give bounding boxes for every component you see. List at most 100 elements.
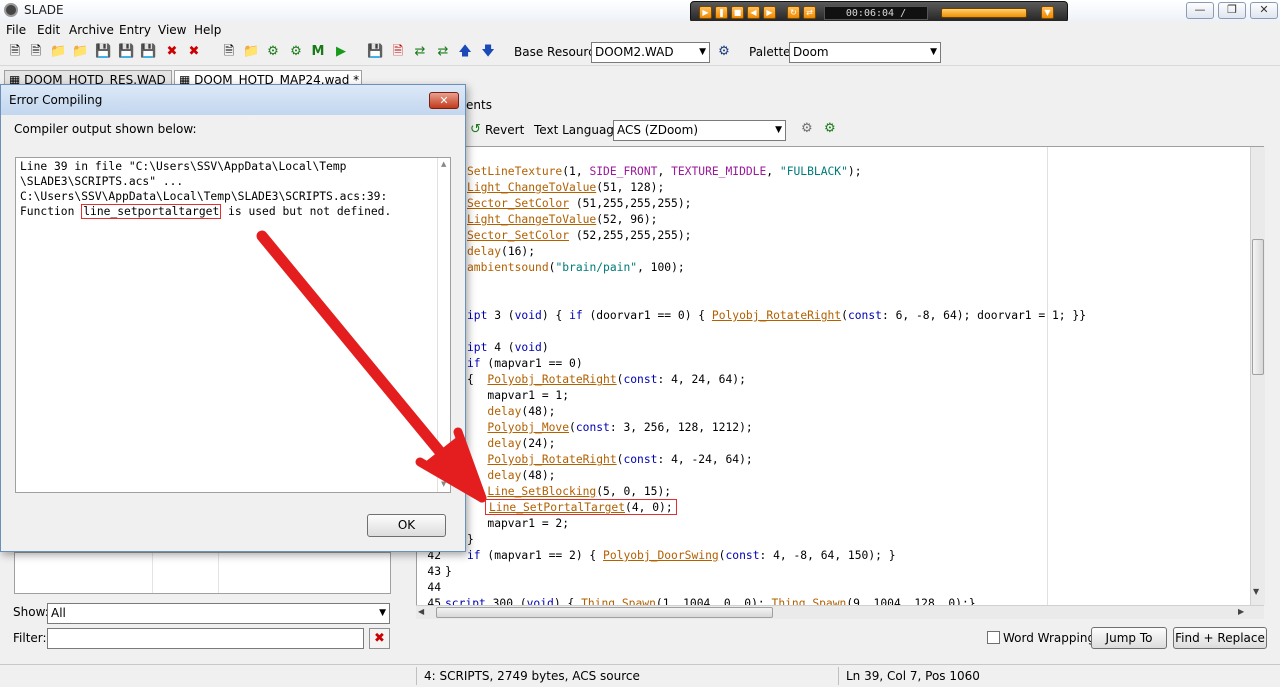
- cursor-position: Ln 39, Col 7, Pos 1060: [846, 669, 980, 683]
- close-icon[interactable]: ✕: [1250, 2, 1278, 19]
- menu-entry[interactable]: Entry: [119, 23, 151, 37]
- stop-icon[interactable]: ■: [731, 6, 744, 19]
- show-label: Show:: [13, 605, 49, 619]
- previous-icon[interactable]: ◀: [747, 6, 760, 19]
- restore-icon[interactable]: ❐: [1218, 2, 1246, 19]
- vertical-scrollbar[interactable]: ▼: [1250, 147, 1265, 605]
- highlighted-function-name: line_setportaltarget: [81, 204, 222, 219]
- import-icon[interactable]: ⚙: [265, 44, 281, 60]
- menu-edit[interactable]: Edit: [37, 23, 60, 37]
- error-compiling-dialog: Error Compiling ✕ Compiler output shown …: [0, 84, 466, 552]
- base-resource-value: DOOM2.WAD: [595, 45, 674, 59]
- edge-line: [1047, 147, 1048, 605]
- menu-help[interactable]: Help: [194, 23, 221, 37]
- code-line: Polyobj_RotateRight(const: 4, -24, 64);: [487, 453, 753, 466]
- close-icon[interactable]: ✕: [429, 92, 459, 109]
- highlighted-code-line: Line_SetPortalTarget(4, 0);: [485, 499, 677, 515]
- player-menu-icon[interactable]: ▼: [1041, 6, 1054, 19]
- open-dir-icon[interactable]: 📁: [72, 44, 88, 60]
- code-line: delay(16);: [467, 245, 536, 258]
- ok-button[interactable]: OK: [367, 514, 446, 537]
- convert-icon[interactable]: ⚙: [288, 44, 304, 60]
- save-all-icon[interactable]: 💾: [140, 44, 156, 60]
- code-editor[interactable]: SetLineTexture(1, SIDE_FRONT, TEXTURE_MI…: [416, 146, 1264, 606]
- scrollbar-thumb[interactable]: [436, 607, 773, 618]
- code-line: ipt 4 (void): [467, 341, 549, 354]
- output-prefix: Function: [20, 205, 82, 218]
- shuffle-icon[interactable]: ⇄: [803, 6, 816, 19]
- line-number: 44: [427, 581, 441, 594]
- text-language-select[interactable]: ACS (ZDoom) ▼: [613, 120, 786, 141]
- status-divider: [416, 667, 417, 685]
- new-folder-icon[interactable]: 📁: [243, 44, 259, 60]
- save-icon[interactable]: 💾: [95, 44, 111, 60]
- output-scrollbar[interactable]: ▲ ▼: [437, 158, 451, 492]
- word-wrapping-checkbox[interactable]: [987, 631, 1000, 644]
- code-line: { Polyobj_RotateRight(const: 4, 24, 64);: [467, 373, 746, 386]
- compile-run-icon[interactable]: ⚙: [824, 121, 836, 136]
- scroll-down-icon[interactable]: ▼: [1253, 587, 1259, 596]
- move-down-icon[interactable]: 🡇: [480, 44, 496, 60]
- clear-filter-icon[interactable]: ✖: [369, 628, 390, 649]
- maps-icon[interactable]: M: [310, 44, 326, 60]
- repeat-icon[interactable]: ↻: [787, 6, 800, 19]
- chevron-down-icon: ▼: [930, 47, 937, 57]
- code-line: mapvar1 = 2;: [467, 517, 570, 530]
- compiler-output[interactable]: Line 39 in file "C:\Users\SSV\AppData\Lo…: [15, 157, 451, 493]
- find-replace-button[interactable]: Find + Replace: [1173, 627, 1267, 649]
- new-entry-icon[interactable]: 🗎: [221, 44, 237, 60]
- code-line: }: [467, 533, 474, 546]
- close-all-icon[interactable]: ✖: [186, 44, 202, 60]
- volume-slider[interactable]: [941, 8, 1027, 18]
- new-directory-icon[interactable]: 🗎: [28, 44, 44, 60]
- menu-view[interactable]: View: [158, 23, 186, 37]
- play-icon[interactable]: ▶: [699, 6, 712, 19]
- status-bar: 4: SCRIPTS, 2749 bytes, ACS source Ln 39…: [0, 664, 1280, 687]
- scroll-up-icon[interactable]: ▲: [441, 160, 446, 168]
- open-icon[interactable]: 📁: [50, 44, 66, 60]
- code-line: Light_ChangeToValue(51, 128);: [467, 181, 665, 194]
- entry-list[interactable]: [14, 552, 391, 594]
- word-wrapping-label: Word Wrapping: [1003, 631, 1096, 645]
- move-up-icon[interactable]: 🡅: [457, 44, 473, 60]
- code-line: delay(48);: [487, 469, 556, 482]
- chevron-down-icon: ▼: [379, 608, 386, 618]
- palette-select[interactable]: Doom ▼: [789, 42, 941, 63]
- entry-delete-icon[interactable]: 🗎: [390, 44, 406, 60]
- entry-export-icon[interactable]: ⇄: [435, 44, 451, 60]
- run-icon[interactable]: ▶: [333, 44, 349, 60]
- new-archive-icon[interactable]: 🗎: [7, 44, 23, 60]
- pause-icon[interactable]: ❚: [715, 6, 728, 19]
- column-divider: [218, 553, 219, 593]
- scroll-right-icon[interactable]: ▶: [1238, 607, 1244, 616]
- entry-save-icon[interactable]: 💾: [367, 44, 383, 60]
- chevron-down-icon: ▼: [775, 125, 782, 135]
- code-line: delay(24);: [487, 437, 556, 450]
- text-language-label: Text Language:: [534, 123, 626, 137]
- menu-archive[interactable]: Archive: [69, 23, 114, 37]
- code-line: }: [445, 565, 452, 578]
- horizontal-scrollbar[interactable]: ◀ ▶: [416, 605, 1264, 619]
- base-resource-select[interactable]: DOOM2.WAD ▼: [591, 42, 710, 63]
- menu-file[interactable]: File: [6, 23, 26, 37]
- show-select[interactable]: All ▼: [47, 603, 390, 624]
- gear-icon[interactable]: ⚙: [716, 44, 732, 60]
- close-archive-icon[interactable]: ✖: [164, 44, 180, 60]
- revert-button[interactable]: Revert: [485, 123, 524, 137]
- scroll-down-icon[interactable]: ▼: [441, 480, 446, 488]
- entry-import-icon[interactable]: ⇄: [412, 44, 428, 60]
- dialog-title-bar: Error Compiling ✕: [1, 85, 465, 115]
- filter-input[interactable]: [47, 628, 364, 649]
- code-line: Polyobj_Move(const: 3, 256, 128, 1212);: [487, 421, 753, 434]
- entry-info: 4: SCRIPTS, 2749 bytes, ACS source: [424, 669, 640, 683]
- compile-icon[interactable]: ⚙: [801, 121, 813, 136]
- save-as-icon[interactable]: 💾: [118, 44, 134, 60]
- minimize-icon[interactable]: —: [1186, 2, 1214, 19]
- jump-to-button[interactable]: Jump To: [1091, 627, 1167, 649]
- output-line: Line 39 in file "C:\Users\SSV\AppData\Lo…: [20, 160, 347, 173]
- text-language-value: ACS (ZDoom): [617, 123, 699, 137]
- scroll-left-icon[interactable]: ◀: [418, 607, 424, 616]
- scrollbar-thumb[interactable]: [1252, 239, 1264, 375]
- palette-label: Palette:: [749, 45, 795, 59]
- next-icon[interactable]: ▶: [763, 6, 776, 19]
